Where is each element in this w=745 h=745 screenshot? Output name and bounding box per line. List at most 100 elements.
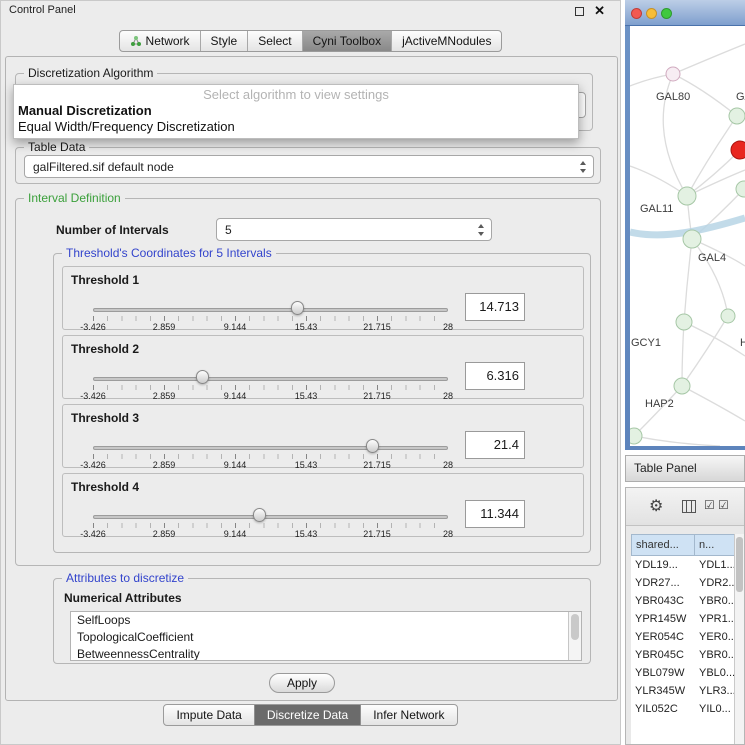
- table-row[interactable]: YIL052CYIL0...: [631, 700, 736, 718]
- tab-impute-data[interactable]: Impute Data: [164, 705, 253, 725]
- slider-track[interactable]: [93, 377, 448, 381]
- tick-label: 9.144: [224, 529, 247, 539]
- table-cell: YDR2...: [695, 574, 736, 592]
- threshold-value-field[interactable]: 11.344: [465, 500, 525, 528]
- scrollbar-thumb[interactable]: [736, 537, 743, 592]
- column-header[interactable]: shared...: [631, 534, 695, 556]
- select-all-checkbox-icon[interactable]: ☑: [704, 498, 715, 512]
- close-traffic-light-icon[interactable]: [631, 8, 642, 19]
- threshold-slider[interactable]: -3.4262.8599.14415.4321.71528: [93, 303, 448, 331]
- network-canvas[interactable]: GAL80GAGAL11GAL4GCY1HHAP2: [630, 26, 745, 446]
- network-icon: [130, 35, 142, 47]
- table-body: YDL19...YDL1...YDR27...YDR2...YBR043CYBR…: [631, 556, 736, 744]
- slider-ticks: [93, 385, 448, 390]
- zoom-traffic-light-icon[interactable]: [661, 8, 672, 19]
- table-row[interactable]: YDL19...YDL1...: [631, 556, 736, 574]
- network-node[interactable]: [736, 181, 745, 197]
- minimize-traffic-light-icon[interactable]: [646, 8, 657, 19]
- columns-icon[interactable]: [682, 500, 696, 513]
- slider-thumb[interactable]: [366, 439, 379, 453]
- slider-thumb[interactable]: [291, 301, 304, 315]
- tab-style[interactable]: Style: [200, 31, 248, 51]
- number-of-intervals-label: Number of Intervals: [56, 223, 169, 237]
- list-item-betweennesscentrality[interactable]: BetweennessCentrality: [71, 646, 581, 661]
- slider-tick-labels: -3.4262.8599.14415.4321.71528: [93, 391, 448, 401]
- gear-icon[interactable]: ⚙: [649, 496, 663, 516]
- threshold-value-field[interactable]: 6.316: [465, 362, 525, 390]
- table-cell: YER054C: [631, 628, 695, 646]
- network-node[interactable]: [676, 314, 692, 330]
- table-row[interactable]: YDR27...YDR2...: [631, 574, 736, 592]
- scrollbar-thumb[interactable]: [571, 614, 579, 640]
- threshold-value-field[interactable]: 21.4: [465, 431, 525, 459]
- tab-select[interactable]: Select: [247, 31, 301, 51]
- threshold-row: Threshold 2 -3.4262.8599.14415.4321.71528…: [62, 335, 584, 399]
- network-edge: [684, 239, 692, 322]
- table-data-group: Table Data galFiltered.sif default node: [15, 147, 601, 184]
- group-title: Attributes to discretize: [62, 571, 188, 585]
- table-row[interactable]: YLR345WYLR3...: [631, 682, 736, 700]
- threshold-slider[interactable]: -3.4262.8599.14415.4321.71528: [93, 441, 448, 469]
- threshold-value-field[interactable]: 14.713: [465, 293, 525, 321]
- table-data-combobox[interactable]: galFiltered.sif default node: [24, 155, 594, 178]
- select-none-checkbox-icon[interactable]: ☑: [718, 498, 729, 512]
- network-window-titlebar[interactable]: [625, 0, 745, 26]
- network-node[interactable]: [678, 187, 696, 205]
- network-node[interactable]: [666, 67, 680, 81]
- float-window-icon[interactable]: [575, 7, 584, 16]
- table-scrollbar[interactable]: [734, 534, 744, 744]
- tab-jactivemnodules[interactable]: jActiveMNodules: [391, 31, 501, 51]
- dropdown-item-manual-discretization[interactable]: Manual Discretization: [14, 103, 578, 119]
- tab-discretize-data[interactable]: Discretize Data: [254, 705, 360, 725]
- number-of-intervals-combobox[interactable]: 5: [216, 218, 492, 241]
- tick-label: 21.715: [363, 529, 391, 539]
- group-title: Interval Definition: [24, 191, 125, 205]
- tick-label: 2.859: [153, 391, 176, 401]
- list-item-selfloops[interactable]: SelfLoops: [71, 612, 581, 629]
- tick-label: 2.859: [153, 529, 176, 539]
- list-item-topologicalcoefficient[interactable]: TopologicalCoefficient: [71, 629, 581, 646]
- threshold-row: Threshold 1-3.4262.8599.14415.4321.71528…: [62, 266, 584, 330]
- network-node[interactable]: [721, 309, 735, 323]
- network-node[interactable]: [630, 428, 642, 444]
- table-panel-window: ⚙ ☑ ☑ shared...n... YDL19...YDL1...YDR27…: [625, 487, 745, 745]
- dropdown-item-equal-width-frequency-discretization[interactable]: Equal Width/Frequency Discretization: [14, 119, 578, 135]
- slider-track[interactable]: [93, 308, 448, 312]
- table-panel-titlebar[interactable]: Table Panel: [625, 455, 745, 482]
- table-cell: YER0...: [695, 628, 736, 646]
- tab-infer-network[interactable]: Infer Network: [360, 705, 456, 725]
- table-cell: YLR3...: [695, 682, 736, 700]
- table-row[interactable]: YER054CYER0...: [631, 628, 736, 646]
- table-row[interactable]: YBR043CYBR0...: [631, 592, 736, 610]
- threshold-slider[interactable]: -3.4262.8599.14415.4321.71528: [93, 372, 448, 400]
- slider-track[interactable]: [93, 515, 448, 519]
- slider-thumb[interactable]: [196, 370, 209, 384]
- tab-cyni-toolbox[interactable]: Cyni Toolbox: [302, 31, 391, 51]
- table-row[interactable]: YBL079WYBL0...: [631, 664, 736, 682]
- tick-label: 2.859: [153, 322, 176, 332]
- column-header[interactable]: n...: [695, 534, 736, 556]
- table-row[interactable]: YBR045CYBR0...: [631, 646, 736, 664]
- tab-label: Style: [211, 34, 238, 48]
- tick-label: -3.426: [80, 391, 106, 401]
- threshold-label: Threshold 2: [71, 342, 139, 356]
- network-edge: [687, 150, 740, 196]
- table-cell: YLR345W: [631, 682, 695, 700]
- network-node[interactable]: [683, 230, 701, 248]
- table-cell: YDR27...: [631, 574, 695, 592]
- network-node[interactable]: [729, 108, 745, 124]
- slider-thumb[interactable]: [253, 508, 266, 522]
- apply-button[interactable]: Apply: [269, 673, 335, 693]
- group-title: Table Data: [24, 140, 89, 154]
- slider-track[interactable]: [93, 446, 448, 450]
- table-row[interactable]: YPR145WYPR1...: [631, 610, 736, 628]
- threshold-slider[interactable]: -3.4262.8599.14415.4321.71528: [93, 510, 448, 538]
- network-edge: [692, 239, 728, 316]
- network-node[interactable]: [731, 141, 745, 159]
- tab-network[interactable]: Network: [120, 31, 200, 51]
- threshold-row: Threshold 3-3.4262.8599.14415.4321.71528…: [62, 404, 584, 468]
- close-icon[interactable]: ✕: [594, 3, 605, 19]
- attributes-scrollbar[interactable]: [568, 612, 581, 660]
- network-node[interactable]: [674, 378, 690, 394]
- table-cell: YBL0...: [695, 664, 736, 682]
